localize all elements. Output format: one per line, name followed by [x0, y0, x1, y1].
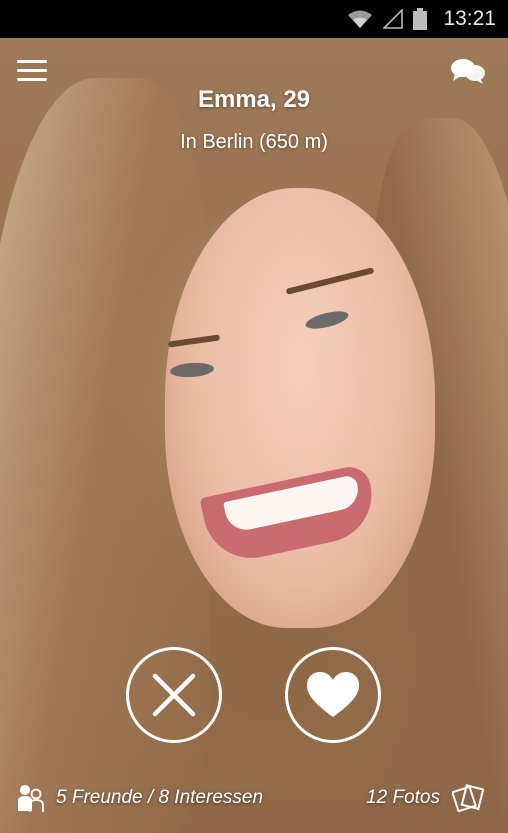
profile-location: In Berlin (650 m) [180, 131, 328, 153]
battery-icon [413, 8, 428, 30]
photo-face [165, 188, 435, 628]
profile-name-age: Emma, 29 [197, 86, 311, 113]
close-x-icon [152, 673, 196, 717]
wifi-icon [348, 10, 373, 28]
photos-count[interactable]: 12 Fotos [366, 787, 440, 809]
friends-interests-count[interactable]: 5 Freunde / 8 Interessen [56, 787, 263, 809]
dislike-button[interactable] [126, 647, 222, 743]
hamburger-menu-icon[interactable] [17, 60, 47, 82]
status-bar: 13:21 [0, 0, 508, 38]
chat-bubbles-icon[interactable] [450, 56, 486, 86]
photos-icon[interactable] [452, 783, 484, 813]
like-button[interactable] [285, 647, 381, 743]
bottom-bar: 5 Freunde / 8 Interessen 12 Fotos [0, 775, 508, 820]
heart-icon [307, 672, 359, 717]
signal-icon [383, 9, 404, 29]
friends-icon [18, 785, 44, 812]
status-time: 13:21 [443, 7, 496, 30]
